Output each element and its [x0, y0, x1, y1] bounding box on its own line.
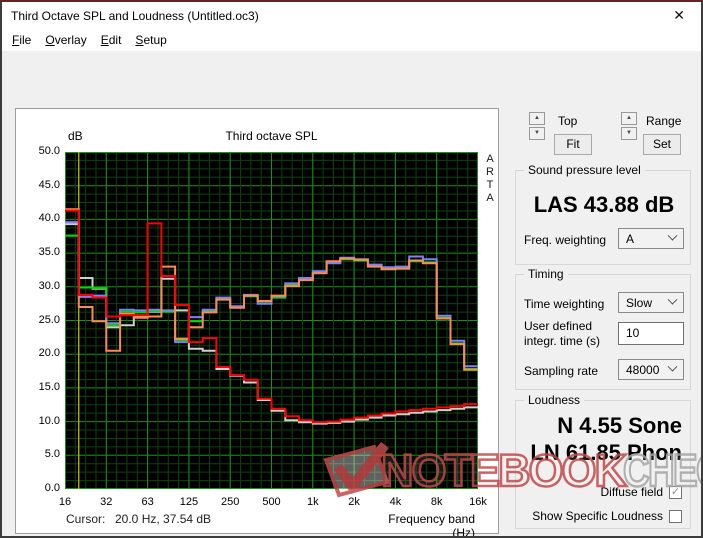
y-axis-label: 0.0: [44, 482, 60, 494]
freq-weighting-select[interactable]: A: [618, 228, 684, 249]
range-spin-up-icon[interactable]: ▲: [621, 112, 637, 125]
top-spin-down-icon[interactable]: ▼: [529, 127, 545, 140]
close-icon[interactable]: ✕: [669, 7, 689, 24]
show-specific-loudness-checkbox[interactable]: [669, 509, 682, 523]
menu-bar: File Overlay Edit Setup: [2, 29, 701, 51]
x-tick-label: 125: [179, 496, 199, 508]
top-spinner: ▲ ▼: [529, 112, 545, 142]
range-spin-down-icon[interactable]: ▼: [621, 127, 637, 140]
x-tick-label: 250: [221, 496, 240, 508]
integr-time-input[interactable]: 10: [618, 322, 684, 345]
loudness-sone-value: N 4.55 Sone: [557, 413, 682, 438]
top-spin-up-icon[interactable]: ▲: [529, 112, 545, 125]
x-tick-label: 16k: [469, 496, 487, 508]
title-bar[interactable]: Third Octave SPL and Loudness (Untitled.…: [2, 2, 701, 29]
y-axis-label: 50.0: [38, 145, 60, 157]
y-axis-label: 20.0: [38, 347, 60, 360]
fit-button[interactable]: Fit: [554, 134, 592, 155]
arta-spl-window: Third Octave SPL and Loudness (Untitled.…: [0, 0, 703, 538]
menu-edit[interactable]: Edit: [94, 29, 129, 47]
time-weighting-value: Slow: [626, 295, 653, 310]
client-area: dB Third octave SPL 50.0 45.0 40.0 35.0 30.0…: [2, 51, 701, 538]
y-axis-label: 10.0: [38, 414, 60, 427]
y-axis-label: 45.0: [38, 178, 60, 191]
range-label: Range: [646, 114, 682, 128]
x-axis-title: Frequency band (Hz): [388, 512, 475, 538]
x-tick-label: 4k: [389, 496, 402, 508]
x-tick-label: 63: [141, 496, 154, 508]
timing-group-label: Timing: [524, 267, 568, 281]
menu-setup[interactable]: Setup: [128, 29, 173, 47]
x-tick-label: 2k: [348, 496, 360, 508]
time-weighting-select[interactable]: Slow: [618, 292, 684, 313]
menu-file[interactable]: File: [5, 29, 38, 47]
sampling-rate-value: 48000: [626, 362, 660, 377]
sound-pressure-group-label: Sound pressure level: [524, 163, 645, 177]
integr-time-label-line1: User defined: [524, 319, 593, 333]
y-axis-label: 15.0: [38, 380, 60, 393]
x-tick-label: 16: [58, 496, 72, 508]
x-tick-label: 500: [262, 496, 281, 508]
loudness-group-label: Loudness: [524, 393, 585, 407]
spl-value: LAS 43.88 dB: [533, 192, 675, 217]
top-label: Top: [558, 114, 578, 128]
diffuse-field-label: Diffuse field: [600, 485, 663, 499]
freq-weighting-label: Freq. weighting: [524, 233, 607, 247]
chart-panel: dB Third octave SPL 50.0 45.0 40.0 35.0 30.0…: [15, 108, 499, 538]
chevron-down-icon: [667, 294, 678, 305]
menu-overlay[interactable]: Overlay: [38, 29, 93, 47]
chart-title: Third octave SPL: [225, 129, 318, 143]
chevron-down-icon: [667, 230, 678, 241]
chevron-down-icon: [667, 361, 678, 372]
y-axis-label: 25.0: [38, 313, 60, 326]
x-tick-label: 1k: [306, 496, 319, 508]
x-tick-label: 8k: [430, 496, 443, 508]
integr-time-label-line2: integr. time (s): [524, 334, 601, 348]
spl-plot[interactable]: [65, 152, 478, 489]
diffuse-field-checkbox[interactable]: ✓: [669, 485, 682, 499]
set-button[interactable]: Set: [643, 134, 681, 155]
show-specific-loudness-label: Show Specific Loudness: [532, 509, 663, 523]
sampling-rate-label: Sampling rate: [524, 364, 599, 378]
y-axis-label: 5.0: [44, 448, 60, 461]
range-spinner: ▲ ▼: [621, 112, 637, 142]
cursor-readout-label: Cursor:: [66, 512, 106, 526]
window-title: Third Octave SPL and Loudness (Untitled.…: [11, 9, 259, 23]
loudness-group: Loudness N 4.55 Sone LN 61.85 Phon Diffu…: [515, 393, 691, 529]
y-axis-label: 35.0: [38, 246, 60, 259]
x-tick-label: 32: [100, 496, 113, 508]
timing-group: Timing Time weighting Slow User defined …: [515, 267, 691, 390]
cursor-readout-value: 20.0 Hz, 37.54 dB: [115, 512, 212, 526]
freq-weighting-value: A: [626, 231, 635, 246]
time-weighting-label: Time weighting: [524, 297, 605, 311]
arta-logo-label: A R T A: [486, 153, 494, 204]
loudness-phon-value: LN 61.85 Phon: [530, 440, 682, 465]
y-axis-label: 40.0: [38, 212, 60, 225]
sound-pressure-group: Sound pressure level LAS 43.88 dB Freq. …: [515, 163, 691, 265]
sampling-rate-select[interactable]: 48000: [618, 359, 684, 380]
y-axis-label: 30.0: [38, 279, 60, 292]
